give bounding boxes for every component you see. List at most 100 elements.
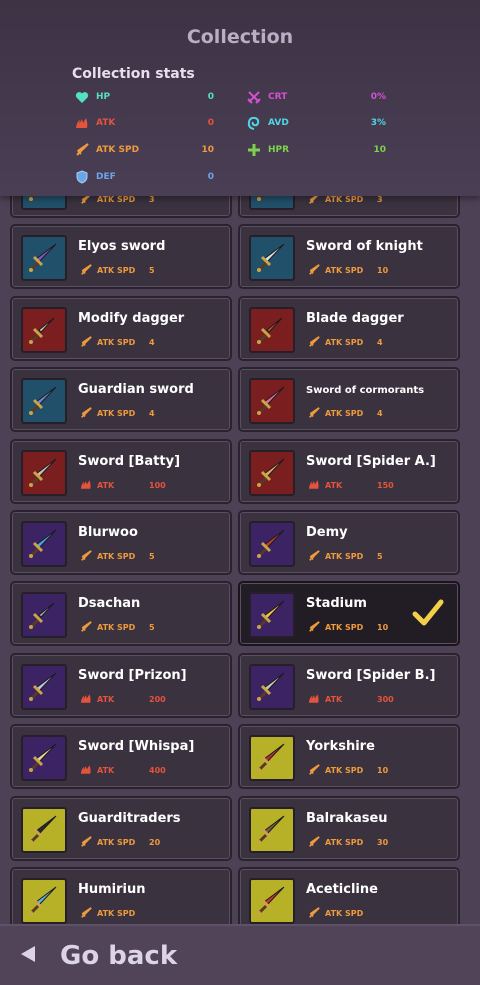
collection-item-card[interactable]: Yorkshire ATK SPD 10 — [238, 724, 460, 790]
item-stat: ATK SPD 3 — [80, 196, 155, 206]
sword-icon — [29, 458, 57, 487]
sword-icon — [257, 672, 285, 701]
item-stat-label: ATK SPD — [325, 766, 364, 776]
item-stat-value: 4 — [149, 409, 155, 419]
item-stat: ATK SPD 4 — [80, 407, 155, 420]
collection-item-card[interactable]: Stadium ATK SPD 10 — [238, 581, 460, 647]
item-stat: ATK SPD 20 — [80, 835, 160, 849]
dagger-icon — [29, 603, 55, 630]
collection-item-card[interactable]: Guarditraders ATK SPD 20 — [10, 795, 232, 861]
collection-item-card[interactable]: ATK SPD 3 — [10, 196, 232, 218]
collection-item-card[interactable]: Sword of cormorants ATK SPD 4 — [238, 367, 460, 433]
sword-icon — [308, 621, 321, 634]
sword-icon — [74, 142, 90, 158]
collection-item-card[interactable]: Blurwoo ATK SPD 5 — [10, 510, 232, 575]
collection-item-card[interactable]: Modify dagger ATK SPD 4 — [10, 295, 232, 361]
collection-header: Collection Collection stats HP 0 ATK 0 A… — [0, 0, 480, 196]
stat-value: 0 — [207, 118, 214, 128]
item-thumbnail — [21, 806, 67, 853]
item-thumbnail — [21, 449, 67, 496]
item-stat-label: ATK — [97, 766, 115, 776]
sword-icon — [257, 743, 285, 773]
stats-title: Collection stats — [72, 66, 195, 82]
item-name: Demy — [306, 525, 348, 540]
item-thumbnail — [249, 521, 295, 567]
item-thumbnail — [249, 592, 295, 639]
sword-icon — [29, 886, 57, 915]
item-stat-label: ATK — [97, 694, 115, 704]
sword-icon — [29, 815, 57, 844]
item-name: Elyos sword — [78, 239, 166, 255]
sword-icon — [80, 835, 93, 849]
item-thumbnail — [249, 196, 295, 210]
sword-icon — [257, 600, 285, 630]
item-stat-value: 30 — [377, 837, 389, 847]
stat-label: ATK — [96, 118, 116, 128]
item-stat-label: ATK SPD — [97, 266, 136, 276]
item-stat-label: ATK — [97, 480, 115, 490]
item-stat-label: ATK — [325, 694, 343, 704]
sword-icon — [308, 335, 321, 349]
collection-item-card[interactable]: Sword [Spider B.] ATK 300 — [238, 652, 460, 718]
crossed-swords-icon — [246, 89, 262, 105]
collection-item-card[interactable]: Sword of knight ATK SPD 10 — [238, 224, 460, 290]
go-back-button[interactable]: Go back — [20, 941, 177, 971]
collection-item-card[interactable]: Dsachan ATK SPD 5 — [10, 581, 232, 647]
collection-item-card[interactable]: ATK SPD 3 — [238, 196, 460, 218]
item-stat-label: ATK SPD — [325, 337, 364, 347]
item-stat-label: ATK SPD — [325, 552, 364, 561]
back-arrow-icon — [20, 945, 36, 967]
sword-icon — [29, 243, 57, 273]
item-thumbnail — [249, 663, 295, 710]
item-name: Guarditraders — [78, 810, 181, 826]
collection-item-card[interactable]: Demy ATK SPD 5 — [238, 510, 460, 575]
item-name: Sword [Spider A.] — [306, 453, 436, 469]
claw-icon — [80, 693, 93, 706]
collection-item-card[interactable]: Guardian sword ATK SPD 4 — [10, 367, 232, 433]
stat-value: 10 — [201, 145, 214, 155]
stat-crt: CRT 0% — [246, 87, 386, 107]
item-name: Blurwoo — [78, 525, 138, 540]
item-name: Modify dagger — [78, 310, 185, 326]
collection-item-card[interactable]: Elyos sword ATK SPD 5 — [10, 224, 232, 290]
sword-icon — [257, 386, 285, 416]
sword-icon — [257, 243, 285, 273]
item-name: Dsachan — [78, 596, 141, 612]
item-stat: ATK 100 — [80, 479, 166, 492]
sword-icon — [257, 458, 285, 487]
stat-value: 0 — [207, 92, 214, 102]
item-stat: ATK SPD 10 — [308, 764, 388, 777]
sword-icon — [257, 886, 285, 915]
sword-icon — [29, 386, 57, 416]
item-thumbnail — [249, 735, 295, 782]
collection-item-card[interactable]: Aceticline ATK SPD — [238, 867, 460, 924]
collection-item-card[interactable]: Humiriun ATK SPD — [10, 867, 232, 924]
item-thumbnail — [21, 735, 67, 782]
item-thumbnail — [21, 196, 67, 210]
stat-atkspd: ATK SPD 10 — [74, 140, 214, 160]
item-name: Sword of knight — [306, 239, 423, 255]
collection-item-card[interactable]: Sword [Whispa] ATK 400 — [10, 724, 232, 790]
stat-value: 0% — [370, 92, 386, 102]
item-stat-value: 5 — [149, 623, 155, 633]
collection-grid[interactable]: ATK SPD 3 ATK SPD 3 Elyos sword ATK SPD 5 Sword… — [0, 196, 480, 924]
sword-icon — [80, 196, 93, 206]
collection-item-card[interactable]: Blade dagger ATK SPD 4 — [238, 295, 460, 361]
stat-label: HPR — [268, 145, 290, 155]
collection-item-card[interactable]: Sword [Batty] ATK 100 — [10, 438, 232, 504]
item-stat: ATK SPD 4 — [80, 335, 155, 349]
item-stat: ATK 150 — [308, 479, 394, 492]
collection-item-card[interactable]: Balrakaseu ATK SPD 30 — [238, 795, 460, 861]
item-stat: ATK 400 — [80, 764, 166, 777]
item-stat-value: 10 — [377, 766, 389, 776]
collection-item-card[interactable]: Sword [Prizon] ATK 200 — [10, 652, 232, 718]
claw-icon — [80, 764, 93, 777]
item-stat-value: 5 — [377, 552, 383, 561]
item-stat-value: 5 — [149, 552, 155, 561]
heart-icon — [74, 89, 90, 105]
item-stat: ATK SPD 5 — [80, 621, 155, 634]
stat-atk: ATK 0 — [74, 113, 214, 133]
collection-item-card[interactable]: Sword [Spider A.] ATK 150 — [238, 438, 460, 504]
item-thumbnail — [21, 378, 67, 425]
item-stat-value: 10 — [377, 266, 389, 276]
